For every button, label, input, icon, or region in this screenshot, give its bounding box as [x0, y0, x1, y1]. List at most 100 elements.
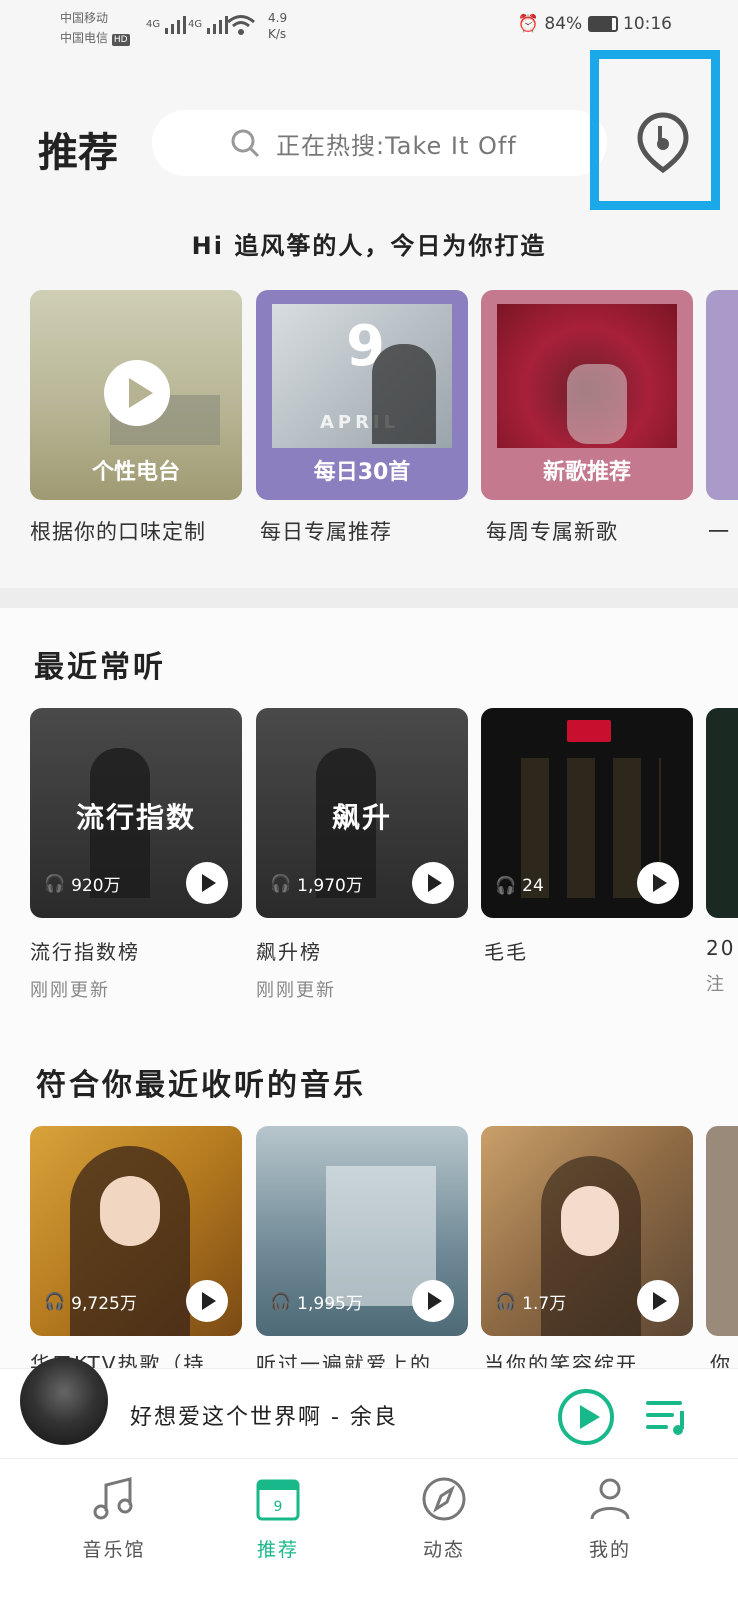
section-title-match: 符合你最近收听的音乐 [36, 1068, 366, 1103]
headphone-icon: 🎧 [270, 873, 292, 894]
play-count: 🎧 1,995万 [270, 1289, 363, 1315]
card-subtitle: 每周专属新歌 [486, 520, 618, 544]
section-title-recent: 最近常听 [34, 650, 166, 685]
tab-music-hall[interactable]: 音乐馆 [22, 1459, 206, 1600]
hd-badge: HD [111, 34, 130, 46]
card-title: 流行指数 [75, 801, 196, 834]
headphone-icon: 🎧 [495, 1291, 517, 1312]
match-card-2[interactable]: 🎧 1,995万 [256, 1126, 468, 1336]
music-note-icon [93, 1477, 133, 1520]
highlight-box [590, 50, 720, 210]
bottom-tab-bar: 音乐馆 9 推荐 动态 我的 [0, 1458, 738, 1600]
carrier-1: 中国移动 [60, 11, 109, 25]
speed-value: 4.9 [268, 11, 288, 25]
play-button[interactable] [186, 862, 228, 904]
headphone-icon: 🎧 [270, 1291, 292, 1312]
card-daily-30[interactable]: 9 APRIL 每日30首 [256, 290, 468, 500]
count-value: 24 [522, 876, 544, 896]
card-label: 个性电台 [91, 460, 180, 485]
play-button[interactable] [637, 1280, 679, 1322]
card-subtitle: 每日专属推荐 [260, 520, 392, 544]
match-card-1[interactable]: 🎧 9,725万 [30, 1126, 242, 1336]
match-card-partial[interactable] [706, 1126, 738, 1336]
tab-feed[interactable]: 动态 [352, 1459, 536, 1600]
item-meta: 刚刚更新 [256, 980, 336, 1001]
play-button[interactable] [558, 1389, 614, 1445]
play-button[interactable] [186, 1280, 228, 1322]
item-name: 毛毛 [484, 940, 528, 964]
greeting-text: Hi 追风筝的人，今日为你打造 [191, 232, 547, 260]
count-value: 1,995万 [297, 1294, 363, 1314]
count-value: 9,725万 [71, 1294, 137, 1314]
card-label: 每日30首 [313, 460, 411, 485]
play-icon[interactable] [104, 360, 170, 426]
calendar-day: 9 [274, 1499, 283, 1515]
count-value: 1,970万 [297, 876, 363, 896]
calendar-icon: 9 [256, 1479, 300, 1521]
item-name: 当你的笑容绽开 [484, 1352, 638, 1368]
card-art: 9 APRIL [272, 304, 452, 448]
net-type-1: 4G [146, 19, 161, 30]
play-count: 🎧 1,970万 [270, 871, 363, 897]
alarm-icon: ⏰ [517, 14, 539, 34]
carrier-info: 中国移动 中国电信 HD [60, 8, 130, 48]
headphone-icon: 🎧 [495, 876, 517, 896]
tab-label: 推荐 [256, 1539, 299, 1561]
item-name: 20 [706, 936, 736, 960]
playlist-icon[interactable] [646, 1397, 690, 1437]
battery-level: 84% [544, 14, 583, 34]
compass-icon [422, 1477, 466, 1521]
tab-label: 我的 [588, 1539, 631, 1561]
item-name: 流行指数榜 [30, 940, 140, 964]
network-speed: 4.9 K/s [268, 10, 287, 42]
status-bar: 中国移动 中国电信 HD 4G 4G 4.9 K/s ⏰ 84% 10:16 [0, 0, 738, 50]
play-count: 🎧 920万 [44, 871, 121, 897]
match-card-3[interactable]: 🎧 1.7万 [481, 1126, 693, 1336]
tab-mine[interactable]: 我的 [518, 1459, 702, 1600]
card-partial[interactable] [706, 290, 738, 500]
signal-icon-2: 4G [188, 14, 229, 34]
recent-card-maomao[interactable]: 🎧 24 [481, 708, 693, 918]
status-right: ⏰ 84% 10:16 [518, 14, 672, 34]
play-button[interactable] [412, 1280, 454, 1322]
card-art [497, 304, 677, 448]
play-count: 🎧 24 [495, 876, 544, 896]
recent-card-trending[interactable]: 流行指数 🎧 920万 [30, 708, 242, 918]
mini-player[interactable]: 好想爱这个世界啊 - 余良 [0, 1357, 738, 1458]
album-art[interactable] [20, 1357, 108, 1445]
tab-recommend[interactable]: 9 推荐 [186, 1459, 370, 1600]
item-meta: 注 [706, 974, 726, 995]
speed-unit: K/s [268, 27, 287, 41]
item-name: 听过一遍就爱上的 [256, 1352, 432, 1368]
play-count: 🎧 9,725万 [44, 1289, 137, 1315]
page-title: 推荐 [38, 129, 118, 176]
card-personal-radio[interactable]: 个性电台 [30, 290, 242, 500]
search-placeholder: 正在热搜:Take It Off [276, 131, 517, 160]
item-name: 飙升榜 [256, 940, 322, 964]
card-title: 飙升 [331, 801, 392, 834]
card-subtitle: 根据你的口味定制 [30, 520, 206, 544]
headphone-icon: 🎧 [44, 1291, 66, 1312]
play-button[interactable] [637, 862, 679, 904]
net-type-2: 4G [188, 19, 203, 30]
section-divider [0, 588, 738, 608]
item-meta: 刚刚更新 [30, 980, 110, 1001]
play-count: 🎧 1.7万 [495, 1289, 567, 1315]
carrier-2: 中国电信 [60, 31, 109, 45]
battery-icon [587, 16, 618, 32]
wifi-icon [227, 15, 255, 35]
profile-icon [590, 1478, 630, 1520]
recent-card-partial[interactable] [706, 708, 738, 918]
play-button[interactable] [412, 862, 454, 904]
signal-icon-1: 4G [146, 14, 187, 34]
item-name: 你 [710, 1352, 732, 1368]
count-value: 920万 [71, 876, 121, 896]
search-icon [231, 129, 260, 158]
recent-card-rising[interactable]: 飙升 🎧 1,970万 [256, 708, 468, 918]
card-label: 新歌推荐 [542, 460, 631, 485]
search-bar[interactable]: 正在热搜:Take It Off [152, 110, 607, 176]
card-subtitle: 一 [708, 520, 730, 544]
clock: 10:16 [623, 14, 672, 34]
card-new-songs[interactable]: 新歌推荐 [481, 290, 693, 500]
count-value: 1.7万 [522, 1294, 567, 1314]
